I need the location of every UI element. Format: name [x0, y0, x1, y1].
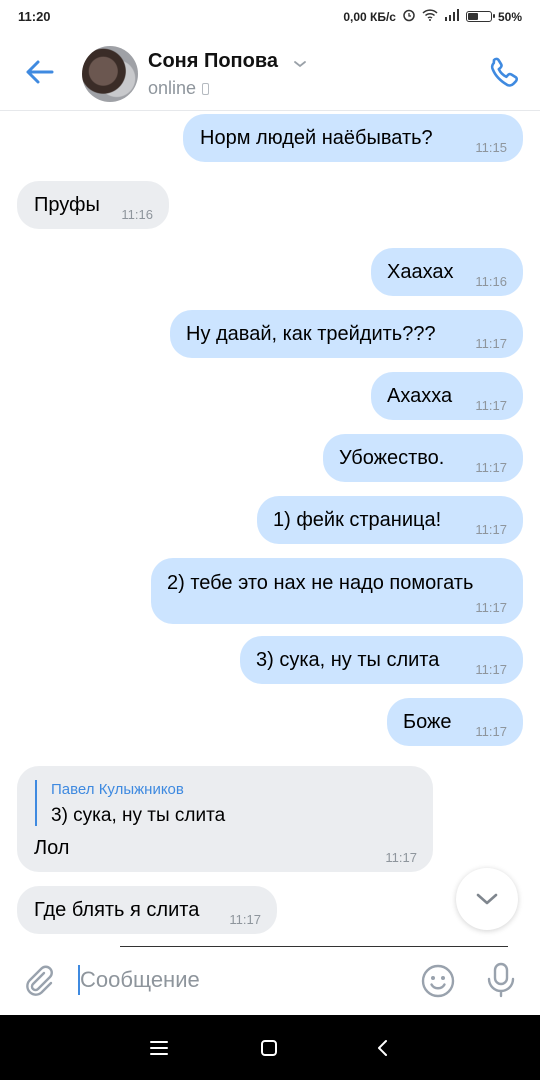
phone-icon	[490, 57, 519, 87]
message-time: 11:16	[475, 274, 507, 289]
status-bar: 11:20 0,00 КБ/с 50%	[0, 0, 540, 34]
paperclip-icon	[26, 965, 53, 996]
message-text: Норм людей наёбывать?	[200, 127, 433, 149]
scroll-to-bottom-button[interactable]	[456, 868, 518, 930]
message-bubble[interactable]: 1) фейк страница! 11:17	[257, 496, 523, 544]
message-composer	[0, 947, 540, 1015]
message-time: 11:17	[475, 336, 507, 351]
call-button[interactable]	[484, 52, 524, 92]
back-nav-button[interactable]	[370, 1035, 396, 1061]
message-time: 11:16	[121, 207, 153, 222]
message-bubble[interactable]: 3) сука, ну ты слита 11:17	[240, 636, 523, 684]
message-text: Боже	[403, 711, 452, 733]
message-time: 11:17	[229, 912, 261, 927]
battery-icon	[465, 11, 495, 22]
chevron-down-icon	[476, 893, 498, 905]
voice-message-button[interactable]	[484, 961, 518, 999]
message-time: 11:17	[475, 398, 507, 413]
message-bubble[interactable]: 2) тебе это нах не надо помогать 11:17	[151, 558, 523, 624]
message-time: 11:17	[385, 850, 417, 865]
home-square-icon	[261, 1040, 277, 1056]
alarm-icon	[402, 8, 416, 25]
message-text: Пруфы	[34, 194, 100, 216]
reply-author[interactable]: Павел Кулыжников	[51, 781, 184, 798]
message-bubble[interactable]: Пруфы 11:16	[17, 181, 169, 229]
attach-button[interactable]	[22, 963, 56, 997]
contact-name[interactable]: Соня Попова	[148, 50, 278, 73]
message-text: 3) сука, ну ты слита	[256, 649, 440, 671]
smile-icon	[421, 964, 455, 998]
emoji-button[interactable]	[420, 963, 456, 999]
chat-header: Соня Попова online	[0, 34, 540, 111]
battery-percent: 50%	[497, 9, 522, 24]
arrow-left-icon	[26, 60, 54, 84]
battery-level	[467, 13, 478, 20]
home-button[interactable]	[256, 1035, 282, 1061]
status-right: 0,00 КБ/с 50%	[343, 8, 522, 25]
message-bubble-with-reply[interactable]: Павел Кулыжников 3) сука, ну ты слита Ло…	[17, 766, 433, 872]
message-text: Хаахах	[387, 261, 454, 283]
reply-quote-bar	[35, 780, 37, 826]
message-text: 2) тебе это нах не надо помогать	[167, 572, 474, 594]
message-time: 11:17	[475, 460, 507, 475]
chevron-left-icon	[378, 1040, 387, 1056]
message-bubble[interactable]: Норм людей наёбывать? 11:15	[183, 114, 523, 162]
message-time: 11:17	[475, 600, 507, 615]
message-list[interactable]: Норм людей наёбывать? 11:15 Пруфы 11:16 …	[0, 110, 540, 945]
message-text: Ну давай, как трейдить???	[186, 323, 436, 345]
status-time: 11:20	[18, 9, 51, 24]
message-bubble[interactable]: Убожество. 11:17	[323, 434, 523, 482]
menu-button[interactable]	[146, 1035, 172, 1061]
reply-text[interactable]: 3) сука, ну ты слита	[51, 805, 225, 827]
microphone-icon	[487, 962, 515, 998]
message-time: 11:17	[475, 662, 507, 677]
message-text: Где блять я слита	[34, 899, 200, 921]
message-input[interactable]	[78, 963, 400, 997]
message-time: 11:15	[475, 140, 507, 155]
message-bubble[interactable]: Ахахха 11:17	[371, 372, 523, 420]
wifi-icon	[422, 9, 438, 24]
network-speed: 0,00 КБ/с	[343, 9, 396, 24]
chevron-down-icon[interactable]	[292, 56, 308, 72]
message-text: Лол	[34, 837, 70, 859]
message-text: Убожество.	[339, 447, 445, 469]
message-bubble[interactable]: Где блять я слита 11:17	[17, 886, 277, 934]
avatar[interactable]	[82, 46, 138, 102]
message-bubble[interactable]: Хаахах 11:16	[371, 248, 523, 296]
message-bubble[interactable]: Ну давай, как трейдить??? 11:17	[170, 310, 523, 358]
signal-icon	[444, 9, 460, 24]
back-button[interactable]	[20, 54, 58, 90]
message-time: 11:17	[475, 724, 507, 739]
message-time: 11:17	[475, 522, 507, 537]
message-bubble[interactable]: Боже 11:17	[387, 698, 523, 746]
status-text: online	[148, 78, 197, 98]
contact-status: online	[148, 78, 210, 99]
mobile-phone-icon	[202, 83, 210, 95]
message-text: 1) фейк страница!	[273, 509, 442, 531]
system-navigation-bar	[0, 1015, 540, 1080]
menu-icon	[150, 1041, 168, 1055]
message-text: Ахахха	[387, 385, 453, 407]
